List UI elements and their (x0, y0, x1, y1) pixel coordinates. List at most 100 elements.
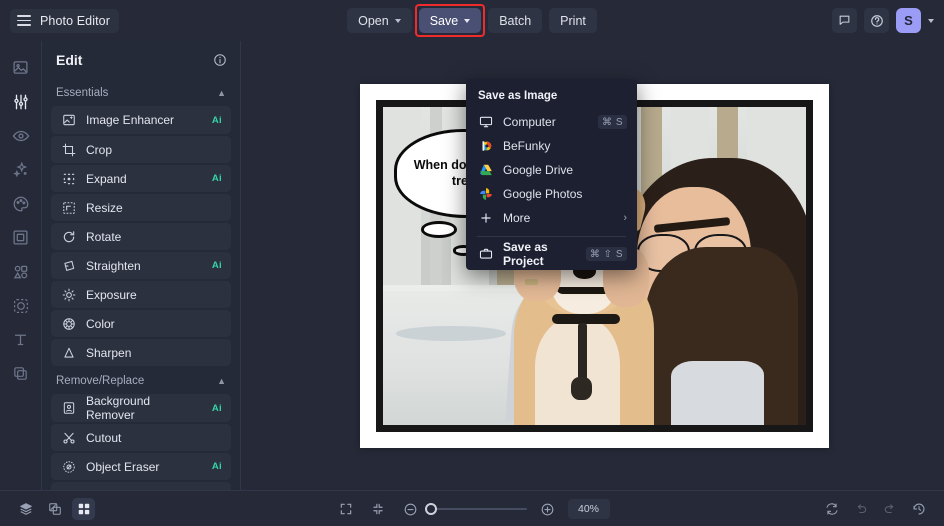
group-remove-replace-label: Remove/Replace (56, 375, 144, 387)
history-button[interactable] (907, 498, 930, 520)
rotate-icon (61, 229, 76, 244)
grid-button[interactable] (72, 498, 95, 520)
tool-label: Straighten (86, 259, 202, 273)
layers-stack-icon (12, 365, 29, 382)
rail-item-overlays[interactable] (6, 291, 35, 320)
color-wheel-icon (61, 316, 76, 331)
tool-cutout[interactable]: Cutout (51, 423, 231, 451)
menu-item-label: Computer (503, 115, 588, 129)
tool-detach-subject[interactable]: Detach Subject Ai (51, 481, 231, 490)
zoom-slider[interactable] (431, 508, 527, 510)
brand-menu-button[interactable]: Photo Editor (10, 9, 119, 33)
tool-exposure[interactable]: Exposure (51, 280, 231, 308)
sharpen-icon (61, 345, 76, 360)
menu-item-label: Save as Project (503, 240, 576, 268)
group-remove-replace-header[interactable]: Remove/Replace ▲ (51, 367, 231, 394)
layers-icon (19, 502, 33, 516)
tool-background-remover[interactable]: Background Remover Ai (51, 394, 231, 422)
rail-item-text[interactable] (6, 325, 35, 354)
help-icon (870, 14, 884, 28)
open-button[interactable]: Open (347, 8, 412, 33)
tool-resize[interactable]: Resize (51, 193, 231, 221)
tool-image-enhancer[interactable]: Image Enhancer Ai (51, 106, 231, 134)
feedback-button[interactable] (832, 8, 857, 33)
briefcase-icon (478, 247, 493, 262)
rail-item-frames[interactable] (6, 223, 35, 252)
rail-item-graphics[interactable] (6, 257, 35, 286)
top-toolbar-actions: Open Save Batch Print (0, 0, 944, 41)
reset-button[interactable] (820, 498, 843, 520)
menu-item-computer[interactable]: Computer ⌘ S (466, 110, 637, 134)
account-chevron-down-icon[interactable] (928, 19, 934, 23)
batch-button-label: Batch (499, 14, 531, 28)
help-button[interactable] (864, 8, 889, 33)
fit-to-screen-icon (371, 502, 385, 516)
photo-editor-app: Photo Editor Open Save Batch Print (0, 0, 944, 526)
save-dropdown-menu[interactable]: Save as Image Computer ⌘ S (466, 79, 637, 270)
redo-icon (883, 502, 897, 516)
info-button[interactable] (213, 53, 227, 67)
ai-badge: Ai (212, 403, 222, 414)
overlay-icon (12, 297, 30, 315)
befunky-logo-icon (478, 139, 493, 154)
compare-button[interactable] (43, 498, 66, 520)
google-photos-icon (478, 187, 493, 202)
bottom-toolbar-center: 40% (0, 491, 944, 526)
menu-item-label: Google Drive (503, 163, 627, 177)
zoom-in-button[interactable] (536, 498, 559, 520)
text-icon (12, 331, 29, 348)
zoom-level[interactable]: 40% (568, 499, 610, 519)
group-essentials-header[interactable]: Essentials ▲ (51, 79, 231, 106)
print-button-label: Print (560, 14, 586, 28)
rail-item-layers[interactable] (6, 359, 35, 388)
rail-item-artsy[interactable] (6, 189, 35, 218)
rail-item-image[interactable] (6, 53, 35, 82)
menu-item-save-as-project[interactable]: Save as Project ⌘ ⇧ S (466, 242, 637, 266)
tool-rotate[interactable]: Rotate (51, 222, 231, 250)
tool-rail (0, 41, 41, 490)
bottom-toolbar-right (820, 498, 930, 520)
tool-label: Sharpen (86, 346, 212, 360)
tool-straighten[interactable]: Straighten Ai (51, 251, 231, 279)
layers-button[interactable] (14, 498, 37, 520)
page-title: Edit (56, 52, 82, 68)
rail-item-ai[interactable] (6, 155, 35, 184)
undo-button[interactable] (849, 498, 872, 520)
plus-icon (478, 211, 493, 226)
sparkles-icon (12, 161, 30, 179)
tool-label: Resize (86, 201, 212, 215)
save-button-wrapper: Save (419, 8, 482, 33)
undo-icon (854, 502, 868, 516)
info-icon (213, 53, 227, 67)
tool-label: Image Enhancer (86, 113, 202, 127)
hamburger-menu-icon[interactable] (17, 15, 31, 26)
menu-item-google-photos[interactable]: Google Photos (466, 182, 637, 206)
menu-item-shortcut: ⌘ ⇧ S (586, 247, 627, 261)
zoom-out-button[interactable] (399, 498, 422, 520)
tool-sharpen[interactable]: Sharpen (51, 338, 231, 366)
menu-item-befunky[interactable]: BeFunky (466, 134, 637, 158)
image-enhance-icon (61, 113, 76, 128)
tool-label: Cutout (86, 431, 212, 445)
zoom-slider-handle[interactable] (425, 503, 437, 515)
editor-body: Edit Essentials ▲ Image Enhan (0, 41, 944, 490)
edit-panel-scroll[interactable]: Essentials ▲ Image Enhancer Ai Crop (42, 79, 240, 490)
avatar[interactable]: S (896, 8, 921, 33)
fullscreen-button[interactable] (335, 498, 358, 520)
tool-expand[interactable]: Expand Ai (51, 164, 231, 192)
print-button[interactable]: Print (549, 8, 597, 33)
batch-button[interactable]: Batch (488, 8, 542, 33)
tool-object-eraser[interactable]: Object Eraser Ai (51, 452, 231, 480)
chevron-up-icon: ▲ (217, 89, 226, 98)
top-toolbar-right: S (832, 8, 934, 33)
rail-item-edit[interactable] (6, 87, 35, 116)
tool-crop[interactable]: Crop (51, 135, 231, 163)
save-button[interactable]: Save (419, 8, 482, 33)
menu-item-more[interactable]: More › (466, 206, 637, 230)
rail-item-retouch[interactable] (6, 121, 35, 150)
tool-label: Color (86, 317, 212, 331)
tool-color[interactable]: Color (51, 309, 231, 337)
fit-to-screen-button[interactable] (367, 498, 390, 520)
redo-button[interactable] (878, 498, 901, 520)
menu-item-google-drive[interactable]: Google Drive (466, 158, 637, 182)
